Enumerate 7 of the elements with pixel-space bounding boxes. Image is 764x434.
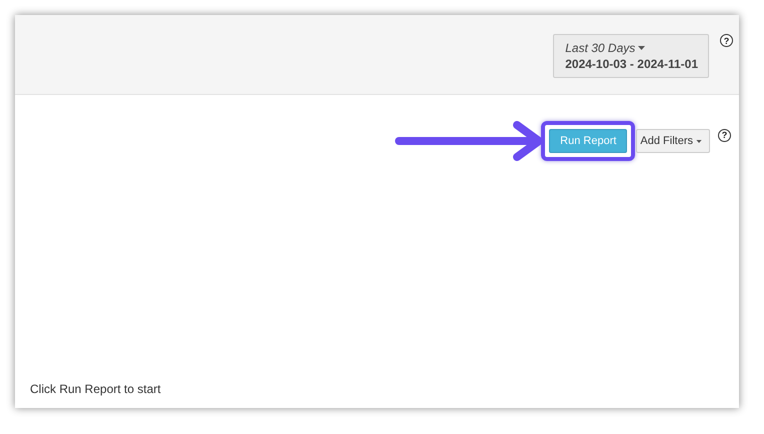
caret-icon [638,46,646,50]
date-range-button[interactable]: Last 30 Days 2024-10-03 - 2024-11-01 [553,34,709,78]
help-icon[interactable]: ? [720,34,733,47]
caret-icon [696,140,702,142]
add-filters-button[interactable]: Add Filters [636,129,710,153]
help-icon[interactable]: ? [718,128,731,142]
empty-state-message: Click Run Report to start [30,382,162,396]
